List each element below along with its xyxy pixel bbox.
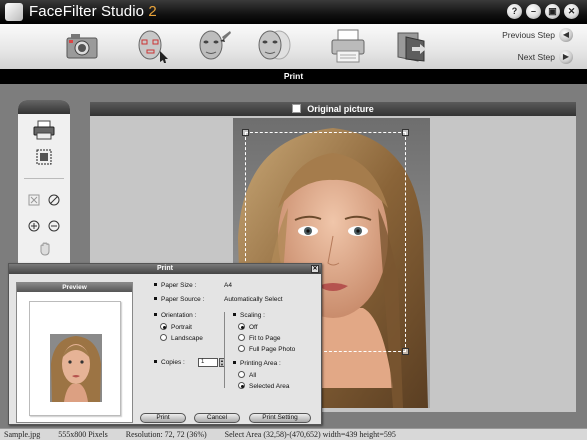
crop-tool-icon[interactable] bbox=[35, 148, 53, 169]
app-title: FaceFilter Studio 2 bbox=[29, 3, 157, 20]
status-file: Sample.jpg bbox=[4, 430, 41, 439]
dialog-title: Print bbox=[157, 265, 173, 272]
radio-selected-icon bbox=[238, 382, 245, 389]
print-setting-button[interactable]: Print Setting bbox=[249, 413, 311, 423]
fit-icon[interactable] bbox=[28, 194, 40, 209]
exit-icon[interactable] bbox=[392, 27, 432, 65]
cancel-button[interactable]: Cancel bbox=[194, 413, 240, 423]
dialog-title-bar: Print ✕ bbox=[9, 264, 321, 274]
next-step-label: Next Step bbox=[517, 52, 555, 62]
scaling-label: Scaling : bbox=[233, 312, 265, 319]
printing-area-all-radio[interactable]: All bbox=[238, 371, 256, 379]
zoom-in-icon[interactable] bbox=[28, 220, 40, 235]
zoom-out-icon[interactable] bbox=[48, 220, 60, 235]
radio-icon bbox=[238, 371, 245, 378]
radio-icon bbox=[160, 334, 167, 341]
paper-source-value: Automatically Select bbox=[224, 296, 283, 303]
previous-step-label: Previous Step bbox=[502, 30, 555, 40]
copies-input[interactable]: 1 bbox=[198, 358, 218, 367]
radio-icon bbox=[238, 334, 245, 341]
original-picture-checkbox[interactable] bbox=[292, 104, 302, 113]
orientation-portrait-radio[interactable]: Portrait bbox=[160, 323, 192, 331]
camera-icon[interactable] bbox=[62, 27, 102, 65]
maximize-button[interactable]: ▣ bbox=[545, 4, 560, 19]
chevron-left-icon: ◀ bbox=[559, 28, 573, 42]
radio-selected-icon bbox=[238, 323, 245, 330]
orientation-landscape-radio[interactable]: Landscape bbox=[160, 334, 203, 342]
orientation-label: Orientation : bbox=[154, 312, 196, 319]
canvas-header-label: Original picture bbox=[307, 104, 374, 114]
paper-size-value: A4 bbox=[224, 282, 232, 289]
title-bar: FaceFilter Studio 2 ? – ▣ ✕ bbox=[0, 0, 587, 24]
step-title: Print bbox=[0, 69, 587, 84]
selection-handle[interactable] bbox=[402, 129, 409, 136]
face-compare-icon[interactable] bbox=[254, 27, 294, 65]
selection-handle[interactable] bbox=[402, 348, 409, 355]
scaling-full-page-photo-radio[interactable]: Full Page Photo bbox=[238, 345, 295, 353]
scaling-fit-to-page-radio[interactable]: Fit to Page bbox=[238, 334, 280, 342]
scaling-off-radio[interactable]: Off bbox=[238, 323, 258, 331]
preview-label: Preview bbox=[17, 283, 132, 292]
print-button[interactable]: Print bbox=[140, 413, 186, 423]
radio-icon bbox=[238, 345, 245, 352]
no-icon[interactable] bbox=[48, 194, 60, 209]
close-icon[interactable]: ✕ bbox=[311, 265, 319, 273]
help-button[interactable]: ? bbox=[507, 4, 522, 19]
paper-source-label: Paper Source : bbox=[154, 296, 204, 303]
main-toolbar: Previous Step ◀ Next Step ▶ bbox=[0, 24, 587, 69]
left-panel-tab bbox=[18, 100, 70, 114]
face-select-icon[interactable] bbox=[132, 27, 172, 65]
next-step-button[interactable]: Next Step ▶ bbox=[518, 50, 573, 64]
app-logo-icon bbox=[5, 3, 23, 21]
radio-selected-icon bbox=[160, 323, 167, 330]
face-filter-icon[interactable] bbox=[194, 27, 234, 65]
canvas-header: Original picture bbox=[90, 102, 576, 116]
chevron-right-icon: ▶ bbox=[559, 50, 573, 64]
preview-photo bbox=[50, 334, 102, 402]
close-button[interactable]: ✕ bbox=[564, 4, 579, 19]
status-resolution: Resolution: 72, 72 (36%) bbox=[125, 430, 207, 439]
minimize-button[interactable]: – bbox=[526, 4, 541, 19]
preview-panel: Preview bbox=[16, 282, 133, 423]
status-bar: Sample.jpg 555x800 Pixels Resolution: 72, … bbox=[0, 428, 587, 440]
copies-label: Copies : bbox=[154, 359, 185, 366]
status-pixels: 555x800 Pixels bbox=[58, 430, 108, 439]
status-select-area: Select Area (32,58)-(470,652) width=439 … bbox=[224, 430, 396, 439]
print-dialog: Print ✕ Preview Paper Size : A4 Paper Sou… bbox=[8, 263, 322, 425]
printer-icon[interactable] bbox=[328, 27, 368, 65]
options-divider bbox=[224, 312, 225, 388]
printing-area-selected-radio[interactable]: Selected Area bbox=[238, 382, 289, 390]
previous-step-button[interactable]: Previous Step ◀ bbox=[502, 28, 573, 42]
selection-handle[interactable] bbox=[242, 129, 249, 136]
printing-area-label: Printing Area : bbox=[233, 360, 281, 367]
preview-page bbox=[29, 301, 121, 416]
hand-icon[interactable] bbox=[38, 242, 52, 259]
print-tool-icon[interactable] bbox=[33, 120, 55, 143]
paper-size-label: Paper Size : bbox=[154, 282, 196, 289]
